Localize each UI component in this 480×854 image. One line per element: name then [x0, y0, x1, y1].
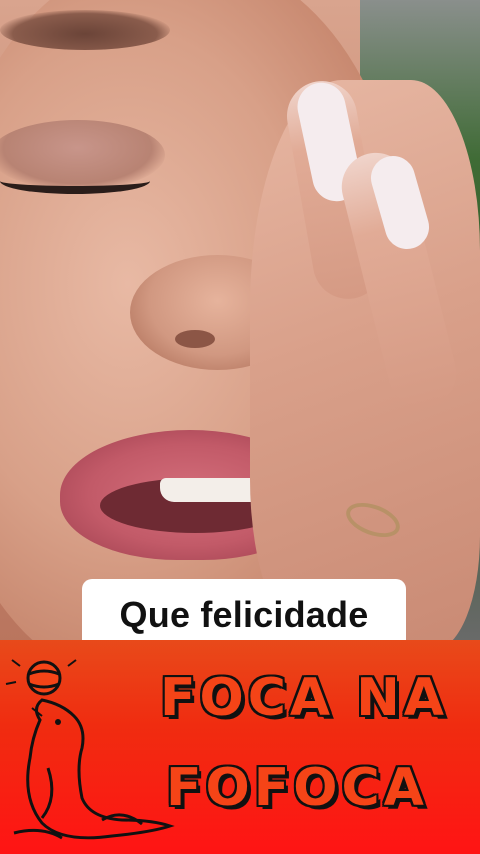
seal-icon	[5, 659, 175, 840]
video-frame: Que felicidade FOCA NA FOFOCA	[0, 0, 480, 854]
brand-banner: FOCA NA FOFOCA	[0, 640, 480, 854]
brand-line-2: FOFOCA	[166, 758, 428, 818]
brand-line-1: FOCA NA	[160, 668, 448, 728]
eyelashes	[0, 168, 150, 194]
video-photo	[0, 0, 480, 645]
brand-logo: FOCA NA FOFOCA	[0, 640, 480, 854]
caption-text: Que felicidade	[119, 594, 369, 635]
nostril	[175, 330, 215, 348]
eyebrow	[0, 10, 170, 50]
